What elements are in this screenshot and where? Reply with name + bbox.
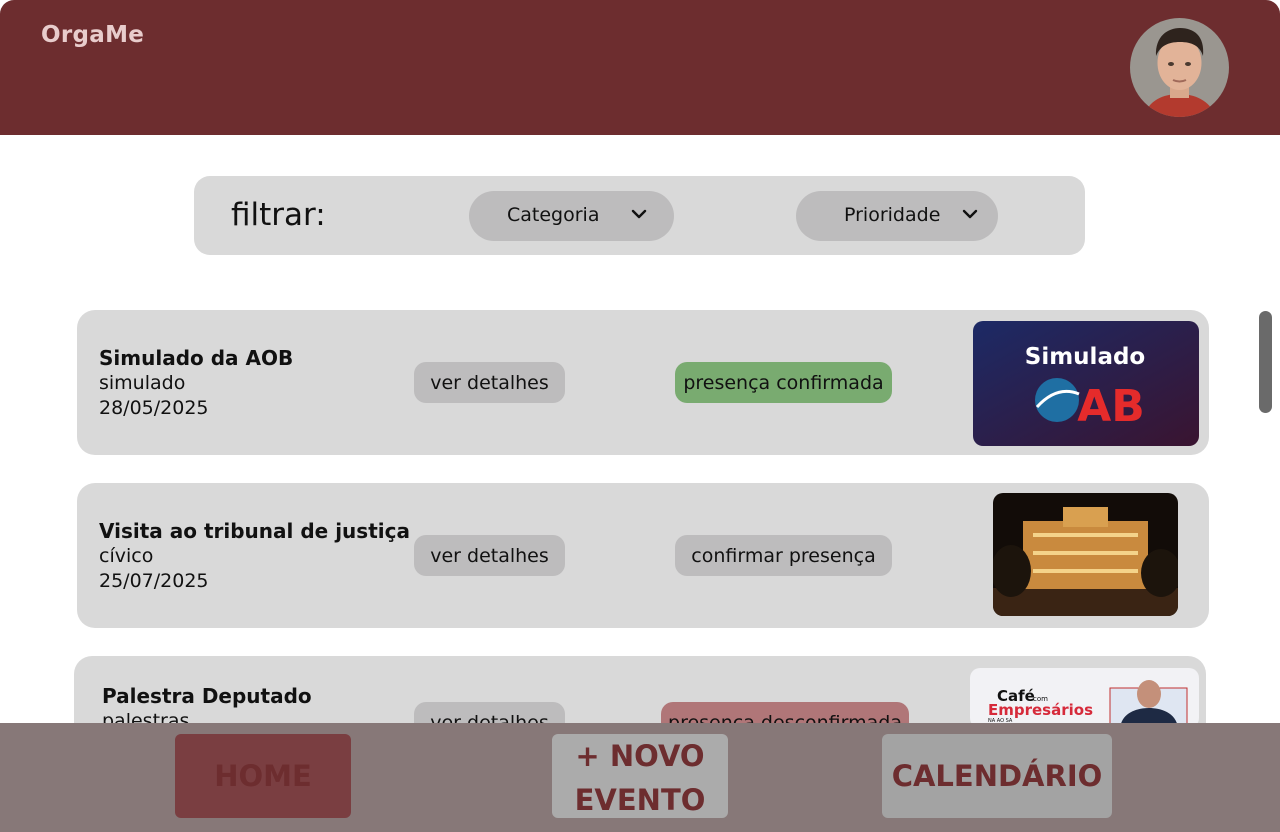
chevron-down-icon <box>631 209 647 219</box>
courthouse-photo <box>993 493 1178 616</box>
event-card: Visita ao tribunal de justiça cívico 25/… <box>77 483 1209 628</box>
attendance-status-button[interactable]: presença confirmada <box>675 362 892 403</box>
priority-dropdown[interactable]: Prioridade <box>796 191 998 241</box>
event-title: Palestra Deputado <box>102 684 312 708</box>
confirm-attendance-button[interactable]: confirmar presença <box>675 535 892 576</box>
home-button[interactable]: HOME <box>175 734 351 818</box>
new-event-button[interactable]: + NOVO EVENTO <box>552 734 728 818</box>
event-card: Simulado da AOB simulado 28/05/2025 ver … <box>77 310 1209 455</box>
event-category: simulado <box>99 372 186 394</box>
event-image[interactable]: Simulado AB <box>973 321 1199 446</box>
category-dropdown[interactable]: Categoria <box>469 191 674 241</box>
details-button[interactable]: ver detalhes <box>414 535 565 576</box>
bottom-nav: HOME + NOVO EVENTO CALENDÁRIO <box>0 723 1280 832</box>
calendar-button[interactable]: CALENDÁRIO <box>882 734 1112 818</box>
cafe-empresarios-image: Café com Empresários NA AO SA <box>970 668 1199 728</box>
event-image[interactable] <box>993 493 1178 616</box>
image-caption-3: Empresários <box>988 701 1093 719</box>
new-event-label-line1: + NOVO <box>575 739 705 773</box>
new-event-label-line2: EVENTO <box>574 783 706 817</box>
app-header: OrgaMe <box>0 0 1280 135</box>
image-logo: AB <box>1077 381 1145 432</box>
event-category: cívico <box>99 545 154 567</box>
image-caption: Simulado <box>1025 344 1145 370</box>
event-date: 28/05/2025 <box>99 397 209 419</box>
filter-label: filtrar: <box>231 197 326 233</box>
event-image[interactable]: Café com Empresários NA AO SA <box>970 668 1199 728</box>
priority-dropdown-label: Prioridade <box>844 204 941 226</box>
event-date: 25/07/2025 <box>99 570 209 592</box>
user-avatar[interactable] <box>1130 18 1229 117</box>
app-logo[interactable]: OrgaMe <box>41 22 144 48</box>
scrollbar-thumb[interactable] <box>1259 311 1272 413</box>
chevron-down-icon <box>962 209 978 219</box>
details-button[interactable]: ver detalhes <box>414 362 565 403</box>
simulado-oab-image: Simulado AB <box>973 321 1199 446</box>
filter-bar: filtrar: Categoria Prioridade <box>194 176 1085 255</box>
avatar-photo <box>1130 18 1229 117</box>
event-title: Visita ao tribunal de justiça <box>99 519 410 543</box>
event-title: Simulado da AOB <box>99 346 294 370</box>
category-dropdown-label: Categoria <box>507 204 600 226</box>
